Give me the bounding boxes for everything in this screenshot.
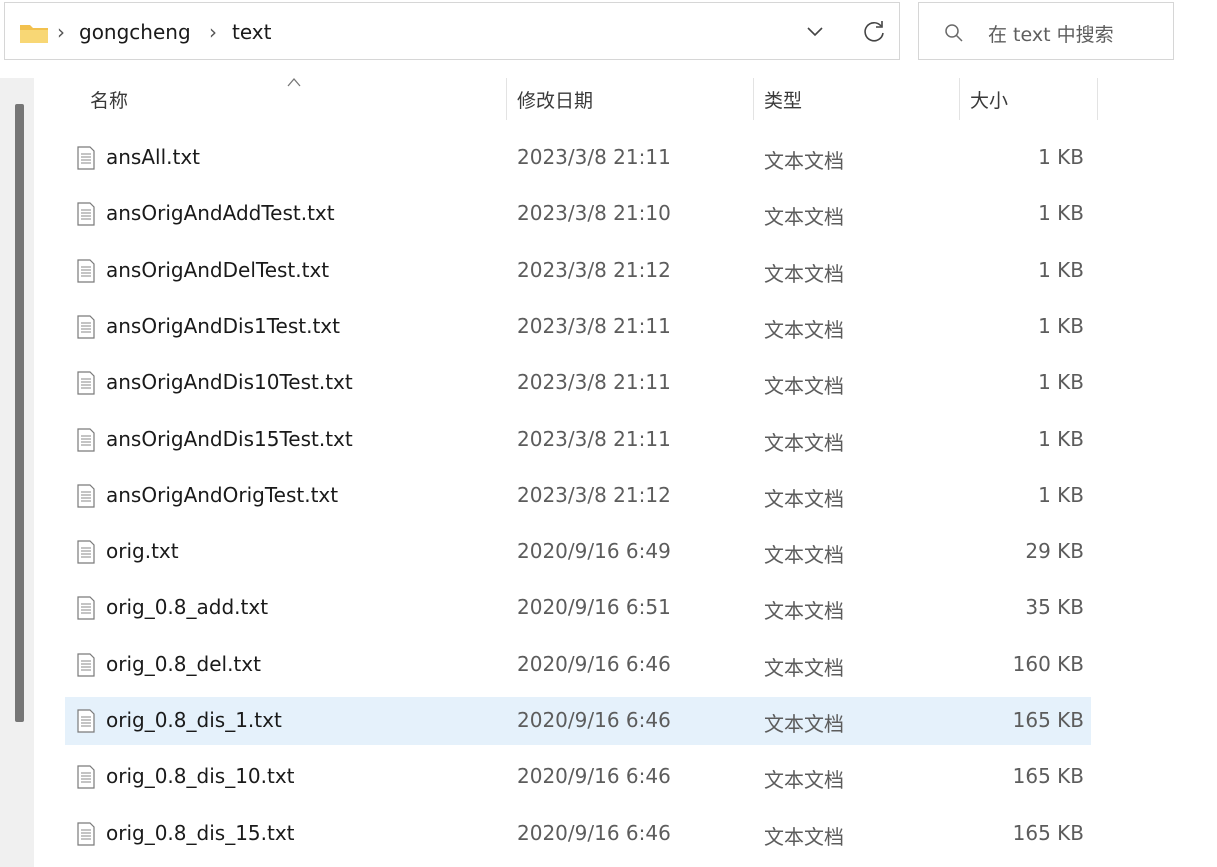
- file-name[interactable]: ansOrigAndDis1Test.txt: [106, 314, 340, 338]
- file-modified: 2020/9/16 6:46: [517, 708, 671, 732]
- file-name[interactable]: orig_0.8_del.txt: [106, 652, 261, 676]
- file-row[interactable]: orig_0.8_dis_15.txt 2020/9/16 6:46 文本文档 165…: [65, 810, 1091, 858]
- text-file-icon: [77, 427, 95, 452]
- folder-icon: [20, 25, 48, 43]
- file-name[interactable]: orig_0.8_dis_15.txt: [106, 821, 295, 845]
- file-row[interactable]: ansAll.txt 2023/3/8 21:11 文本文档 1 KB: [65, 134, 1091, 182]
- file-type: 文本文档: [764, 599, 844, 624]
- file-size: 165 KB: [1012, 820, 1084, 845]
- file-size: 1 KB: [1038, 313, 1084, 338]
- search-icon: [945, 24, 963, 42]
- column-header-size[interactable]: 大小: [970, 86, 1008, 113]
- file-type: 文本文档: [764, 486, 844, 511]
- file-modified: 2020/9/16 6:46: [517, 764, 671, 789]
- search-box[interactable]: 在 text 中搜索: [918, 2, 1174, 60]
- file-row[interactable]: ansOrigAndDis1Test.txt 2023/3/8 21:11 文本文档…: [65, 303, 1091, 351]
- file-type: 文本文档: [764, 768, 844, 793]
- file-name[interactable]: ansOrigAndDelTest.txt: [106, 258, 329, 282]
- file-modified: 2023/3/8 21:11: [517, 145, 671, 169]
- refresh-icon[interactable]: [860, 18, 888, 46]
- column-divider[interactable]: [1097, 78, 1098, 120]
- file-type: 文本文档: [764, 261, 844, 286]
- text-file-icon: [77, 709, 95, 733]
- file-row[interactable]: orig_0.8_add.txt 2020/9/16 6:51 文本文档 35 KB: [65, 584, 1091, 632]
- file-row[interactable]: ansOrigAndDis15Test.txt 2023/3/8 21:11 文本文…: [65, 416, 1091, 464]
- file-row[interactable]: orig_0.8_dis_10.txt 2020/9/16 6:46 文本文档 165…: [65, 753, 1091, 801]
- file-modified: 2023/3/8 21:12: [517, 482, 671, 507]
- file-type: 文本文档: [764, 655, 844, 680]
- text-file-icon: [77, 371, 95, 395]
- column-divider[interactable]: [506, 78, 507, 120]
- file-name[interactable]: ansAll.txt: [106, 145, 200, 169]
- file-modified: 2023/3/8 21:11: [517, 426, 671, 451]
- file-row[interactable]: orig_0.8_del.txt 2020/9/16 6:46 文本文档 160 KB: [65, 641, 1091, 689]
- search-input[interactable]: 在 text 中搜索: [988, 20, 1114, 47]
- file-type: 文本文档: [764, 149, 844, 173]
- file-type: 文本文档: [764, 430, 844, 455]
- file-modified: 2020/9/16 6:49: [517, 539, 671, 564]
- address-bar[interactable]: › gongcheng › text: [4, 2, 900, 60]
- column-divider[interactable]: [753, 78, 754, 120]
- text-file-icon: [77, 484, 95, 508]
- file-name[interactable]: orig_0.8_dis_1.txt: [106, 708, 282, 732]
- text-file-icon: [77, 146, 95, 170]
- column-header-name[interactable]: 名称: [90, 86, 128, 113]
- file-name[interactable]: ansOrigAndDis10Test.txt: [106, 370, 353, 394]
- file-size: 29 KB: [1025, 539, 1084, 564]
- file-name[interactable]: ansOrigAndAddTest.txt: [106, 201, 335, 225]
- breadcrumb-text[interactable]: text: [232, 20, 271, 44]
- text-file-icon: [77, 258, 95, 283]
- file-modified: 2023/3/8 21:11: [517, 313, 671, 338]
- file-row[interactable]: ansOrigAndAddTest.txt 2023/3/8 21:10 文本文档 1…: [65, 190, 1091, 238]
- file-row[interactable]: orig_0.8_dis_1.txt 2020/9/16 6:46 文本文档 165 …: [65, 697, 1091, 745]
- text-file-icon: [77, 821, 95, 846]
- text-file-icon: [77, 540, 95, 564]
- file-type: 文本文档: [764, 205, 844, 230]
- chevron-down-icon[interactable]: [802, 18, 828, 44]
- file-size: 1 KB: [1038, 370, 1084, 395]
- column-header-type[interactable]: 类型: [764, 86, 802, 113]
- file-type: 文本文档: [764, 712, 844, 736]
- file-size: 1 KB: [1038, 426, 1084, 451]
- file-type: 文本文档: [764, 317, 844, 342]
- file-row[interactable]: orig.txt 2020/9/16 6:49 文本文档 29 KB: [65, 528, 1091, 576]
- file-name[interactable]: orig.txt: [106, 539, 179, 563]
- file-size: 35 KB: [1025, 595, 1084, 620]
- file-size: 165 KB: [1012, 764, 1084, 789]
- column-header-modified[interactable]: 修改日期: [517, 86, 593, 113]
- file-row[interactable]: ansOrigAndOrigTest.txt 2023/3/8 21:12 文本文档…: [65, 472, 1091, 520]
- breadcrumb-gongcheng[interactable]: gongcheng: [79, 20, 191, 44]
- text-file-icon: [77, 202, 95, 226]
- file-size: 1 KB: [1038, 145, 1084, 169]
- file-name[interactable]: ansOrigAndDis15Test.txt: [106, 427, 353, 451]
- file-size: 160 KB: [1012, 651, 1084, 676]
- text-file-icon: [77, 653, 95, 677]
- column-divider[interactable]: [959, 78, 960, 120]
- breadcrumb-separator: ›: [57, 20, 65, 44]
- file-type: 文本文档: [764, 543, 844, 568]
- file-type: 文本文档: [764, 374, 844, 399]
- file-modified: 2023/3/8 21:11: [517, 370, 671, 395]
- file-modified: 2020/9/16 6:46: [517, 651, 671, 676]
- file-size: 1 KB: [1038, 201, 1084, 226]
- sort-ascending-icon: [287, 78, 301, 87]
- scrollbar-thumb[interactable]: [15, 104, 24, 722]
- file-row[interactable]: ansOrigAndDelTest.txt 2023/3/8 21:12 文本文档 1…: [65, 247, 1091, 295]
- file-size: 1 KB: [1038, 257, 1084, 282]
- file-type: 文本文档: [764, 824, 844, 849]
- file-modified: 2020/9/16 6:46: [517, 820, 671, 845]
- file-modified: 2023/3/8 21:12: [517, 257, 671, 282]
- file-name[interactable]: orig_0.8_dis_10.txt: [106, 764, 295, 788]
- text-file-icon: [77, 765, 95, 789]
- breadcrumb-separator: ›: [209, 20, 217, 44]
- file-size: 1 KB: [1038, 482, 1084, 507]
- file-name[interactable]: ansOrigAndOrigTest.txt: [106, 483, 338, 507]
- text-file-icon: [77, 315, 95, 339]
- file-modified: 2020/9/16 6:51: [517, 595, 671, 620]
- file-modified: 2023/3/8 21:10: [517, 201, 671, 226]
- text-file-icon: [77, 596, 95, 620]
- file-row[interactable]: ansOrigAndDis10Test.txt 2023/3/8 21:11 文本文…: [65, 359, 1091, 407]
- file-size: 165 KB: [1012, 708, 1084, 732]
- file-name[interactable]: orig_0.8_add.txt: [106, 595, 268, 619]
